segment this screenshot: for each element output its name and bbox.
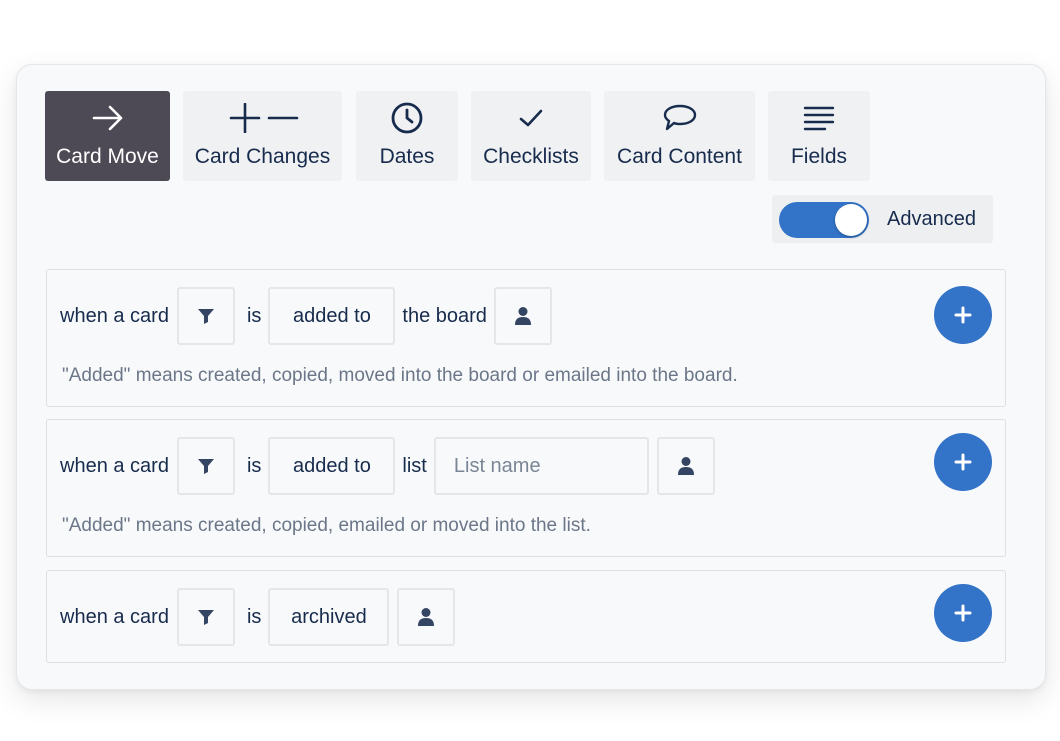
action-select[interactable]: added to [268, 287, 396, 345]
is-label: is [246, 605, 262, 628]
trigger-row: when a card is archived [60, 588, 456, 646]
tab-label: Card Changes [194, 145, 331, 168]
filter-button[interactable] [176, 437, 235, 495]
plus-icon [954, 453, 972, 471]
trigger-card-archived: when a card is archived [46, 570, 1006, 663]
trigger-card-added-to-list: when a card is added to list List name "… [46, 419, 1006, 557]
trigger-prefix: when a card [60, 304, 169, 327]
trigger-prefix: when a card [60, 454, 169, 477]
advanced-label: Advanced [887, 208, 976, 230]
filter-button[interactable] [176, 588, 235, 646]
action-select[interactable]: archived [268, 588, 390, 646]
tab-label: Fields [790, 145, 848, 168]
tab-label: Dates [379, 145, 435, 168]
toggle-knob [835, 204, 867, 236]
checkmark-icon [518, 91, 544, 145]
trigger-prefix: when a card [60, 605, 169, 628]
trigger-hint: "Added" means created, copied, emailed o… [62, 515, 591, 536]
member-filter-button[interactable] [493, 287, 552, 345]
filter-icon [197, 459, 214, 474]
filter-icon [197, 610, 214, 625]
action-select[interactable]: added to [268, 437, 396, 495]
tab-label: Card Content [617, 145, 742, 168]
member-filter-button[interactable] [397, 588, 456, 646]
plus-icon [954, 604, 972, 622]
member-filter-button[interactable] [656, 437, 715, 495]
tab-dates[interactable]: Dates [356, 91, 458, 181]
plus-minus-icon [227, 91, 299, 145]
is-label: is [246, 454, 262, 477]
person-icon [514, 307, 531, 325]
tab-fields[interactable]: Fields [768, 91, 870, 181]
arrow-right-icon [91, 91, 125, 145]
advanced-toggle[interactable] [779, 202, 869, 238]
trigger-card-added-to-board: when a card is added to the board "Added… [46, 269, 1006, 407]
list-name-input[interactable]: List name [433, 437, 649, 495]
advanced-toggle-container: Advanced [772, 195, 993, 243]
trigger-row: when a card is added to the board [60, 287, 552, 345]
person-icon [677, 457, 694, 475]
filter-icon [197, 309, 214, 324]
add-trigger-button[interactable] [934, 433, 992, 491]
add-trigger-button[interactable] [934, 584, 992, 642]
tab-card-changes[interactable]: Card Changes [183, 91, 342, 181]
filter-button[interactable] [176, 287, 235, 345]
tab-label: Card Move [56, 145, 159, 168]
lines-icon [803, 91, 835, 145]
tab-card-move[interactable]: Card Move [45, 91, 170, 181]
target-label: the board [402, 304, 487, 327]
trigger-row: when a card is added to list List name [60, 437, 715, 495]
card-move-triggers-panel: Card Move Card Changes Dates Checklists … [16, 64, 1046, 690]
is-label: is [246, 304, 262, 327]
clock-icon [390, 91, 424, 145]
target-label: list [402, 454, 427, 477]
tab-checklists[interactable]: Checklists [471, 91, 591, 181]
plus-icon [954, 306, 972, 324]
speech-bubble-icon [662, 91, 698, 145]
tab-card-content[interactable]: Card Content [604, 91, 755, 181]
tab-label: Checklists [483, 145, 579, 168]
add-trigger-button[interactable] [934, 286, 992, 344]
trigger-hint: "Added" means created, copied, moved int… [62, 365, 738, 386]
person-icon [418, 608, 435, 626]
